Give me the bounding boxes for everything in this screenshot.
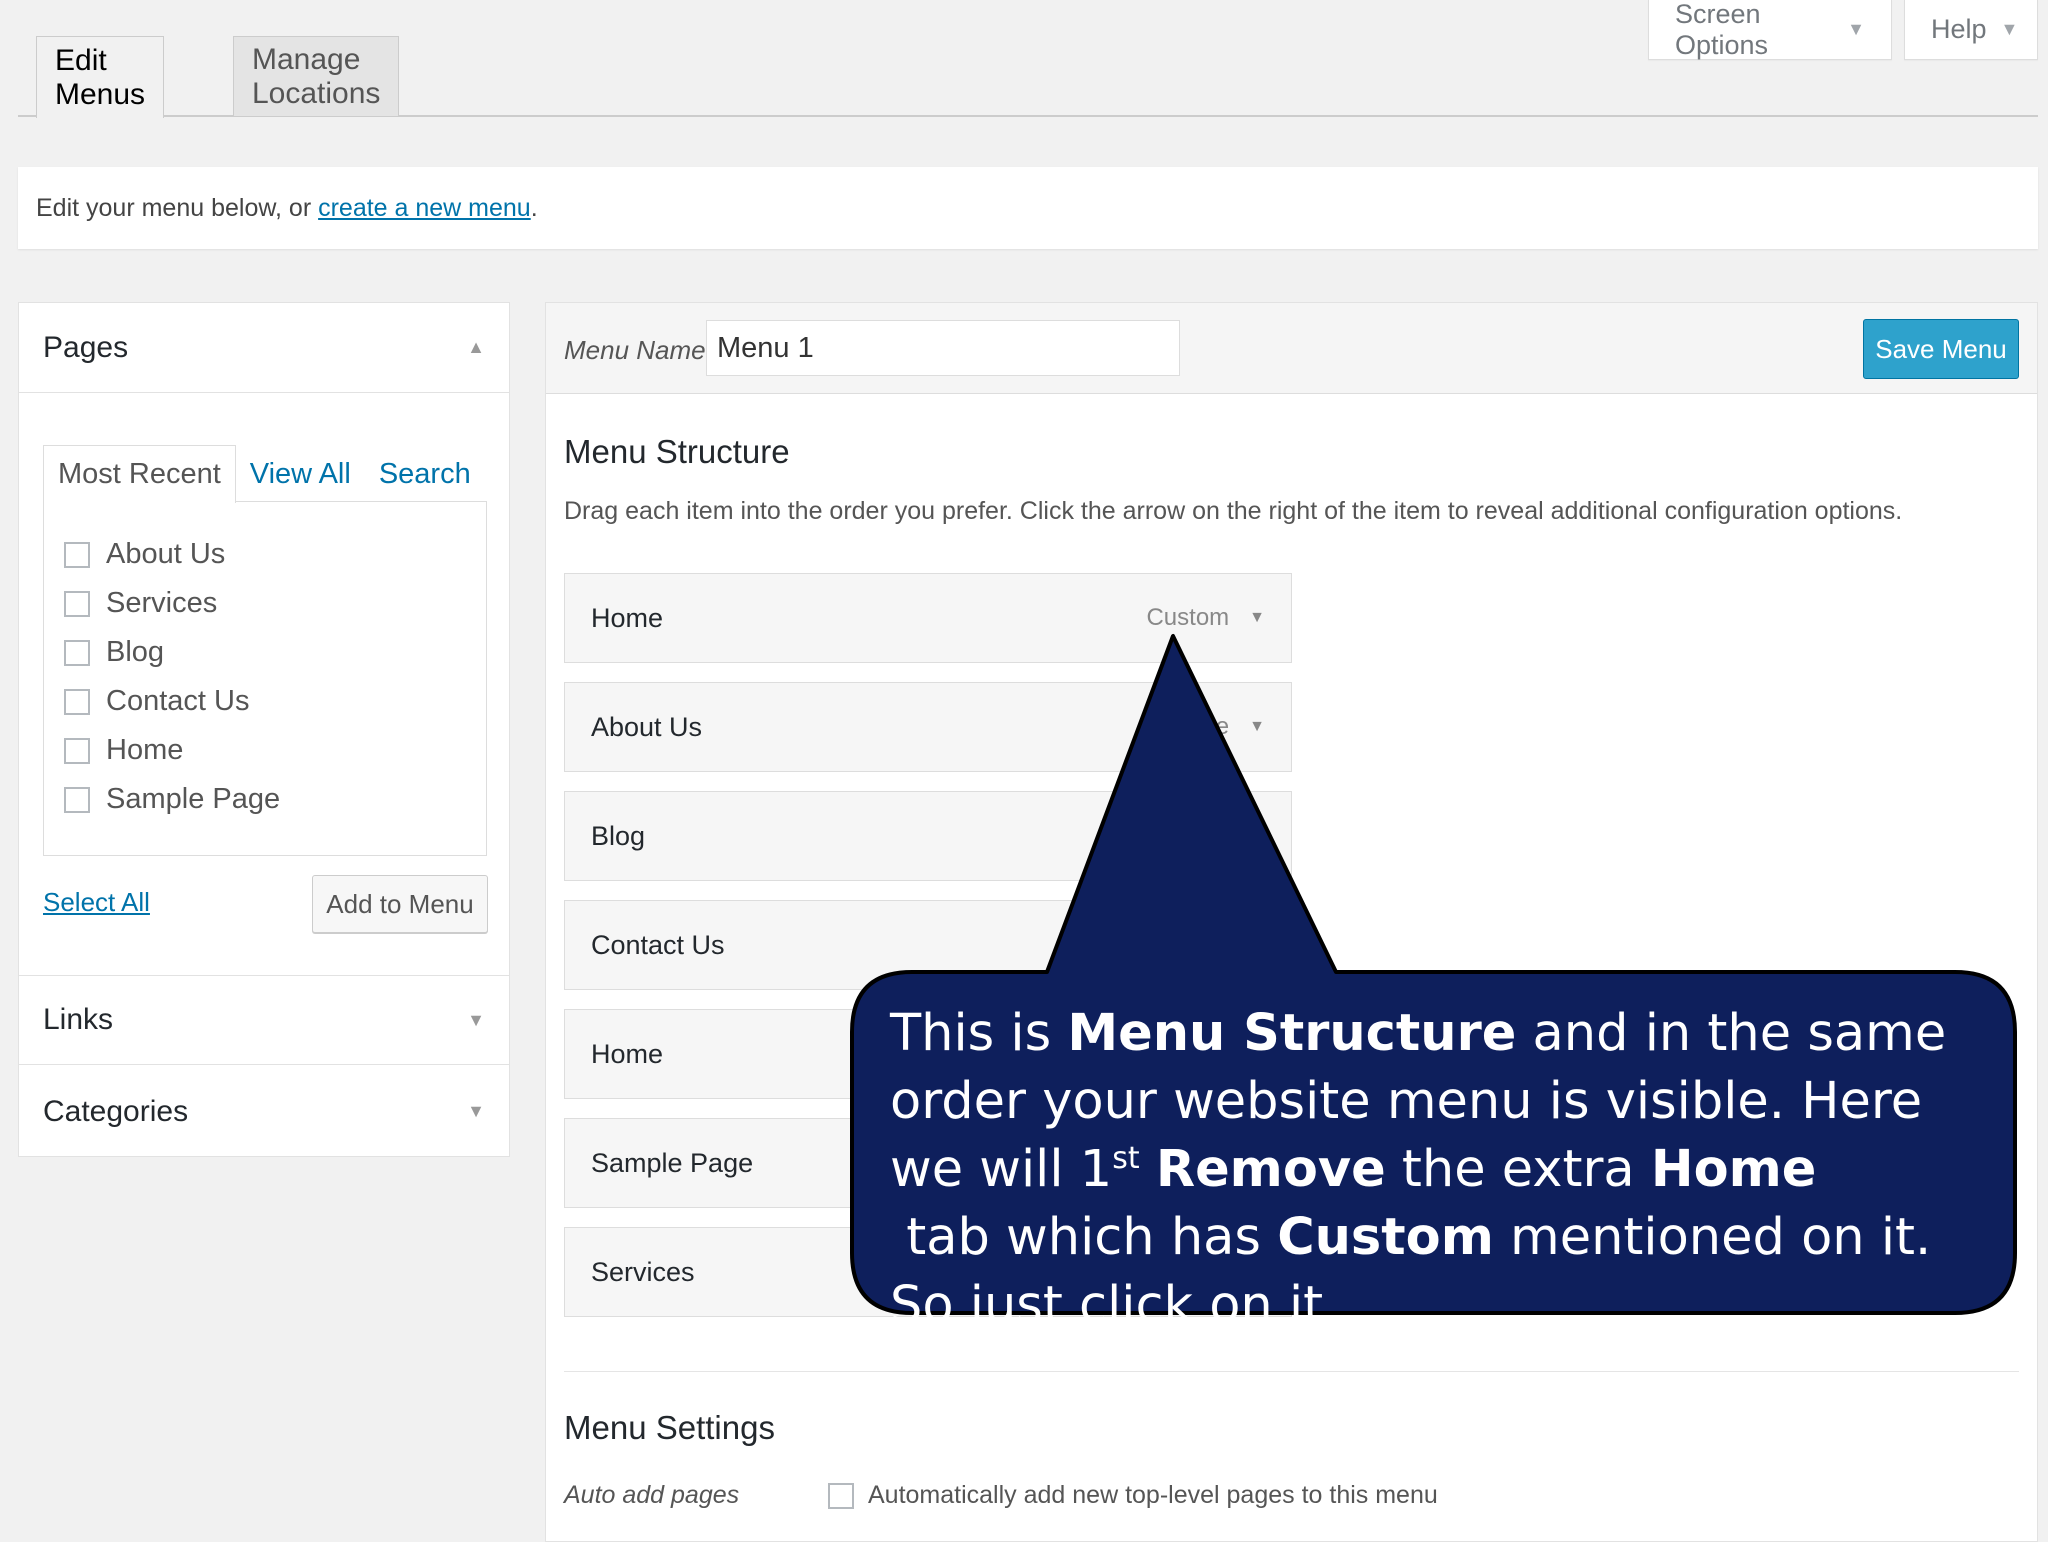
add-menu-items-panel: Pages ▲ Most Recent View All Search Abou…	[18, 302, 510, 1157]
menu-item-title: Sample Page	[591, 1147, 754, 1178]
callout-bold: Menu Structure	[1067, 1004, 1517, 1063]
help-label: Help	[1931, 14, 1987, 44]
auto-add-checkbox[interactable]	[828, 1482, 854, 1509]
menu-name-input[interactable]: Menu 1	[706, 320, 1180, 376]
menu-item[interactable]: Contact Us	[564, 900, 1292, 990]
callout-bold: Custom	[1277, 1208, 1494, 1267]
manage-menus-notice: Edit your menu below, or create a new me…	[18, 167, 2038, 249]
callout-text-part: the extra	[1385, 1140, 1651, 1199]
callout-bold: Remove	[1155, 1140, 1386, 1199]
help-tab[interactable]: Help ▼	[1904, 0, 2038, 60]
menu-item[interactable]: Blog	[564, 791, 1292, 881]
menu-management-panel: Menu Name Menu 1 Save Menu Menu Structur…	[545, 302, 2038, 1542]
callout-bold: Home	[1650, 1140, 1817, 1199]
list-item[interactable]: Contact Us	[44, 677, 486, 726]
menu-item-type: Custom	[1146, 604, 1230, 631]
menu-item-title: Blog	[591, 820, 646, 851]
menu-item-title: Services	[591, 1256, 695, 1287]
menu-name-label: Menu Name	[564, 335, 706, 365]
auto-add-text: Automatically add new top-level pages to…	[868, 1481, 1438, 1509]
tab-most-recent[interactable]: Most Recent	[43, 445, 236, 503]
menu-structure-title: Menu Structure	[564, 433, 790, 470]
callout-text: This is Menu Structure and in the same o…	[890, 1000, 1970, 1340]
tab-edit-menus[interactable]: Edit Menus	[36, 36, 165, 118]
caret-down-icon: ▼	[467, 1009, 485, 1030]
links-title: Links	[43, 1003, 114, 1036]
menu-item[interactable]: About Us Page ▼	[564, 682, 1292, 772]
menu-item-type: Page	[1173, 713, 1230, 740]
auto-add-pages-label: Auto add pages	[564, 1481, 740, 1509]
menu-item-title: About Us	[591, 711, 703, 742]
screen-options-tab[interactable]: Screen Options ▼	[1648, 0, 1892, 60]
page-label: Services	[106, 587, 218, 619]
checkbox[interactable]	[64, 737, 90, 764]
add-to-menu-button[interactable]: Add to Menu	[312, 875, 488, 933]
page-label: Blog	[106, 636, 165, 668]
screen-options-label: Screen Options	[1675, 0, 1769, 60]
page-label: Sample Page	[106, 783, 281, 815]
callout-text-part: This is	[890, 1004, 1068, 1063]
page-label: Contact Us	[106, 685, 250, 717]
checkbox[interactable]	[64, 541, 90, 568]
caret-down-icon: ▼	[467, 1101, 485, 1121]
section-divider	[564, 1371, 2019, 1372]
menu-item-title: Home	[591, 1038, 664, 1069]
caret-down-icon: ▼	[2000, 19, 2019, 39]
menu-item[interactable]: Home Custom ▼	[564, 573, 1292, 663]
page-label: About Us	[106, 538, 226, 570]
caret-down-icon[interactable]: ▼	[1249, 718, 1265, 736]
list-item[interactable]: About Us	[44, 530, 486, 579]
notice-prefix: Edit your menu below, or	[36, 193, 319, 222]
checkbox[interactable]	[64, 639, 90, 666]
tab-view-all[interactable]: View All	[236, 445, 365, 503]
categories-title: Categories	[43, 1094, 189, 1128]
pages-checklist: About Us Services Blog Contact Us Home S…	[43, 501, 487, 856]
list-item[interactable]: Home	[44, 726, 486, 775]
list-item[interactable]: Services	[44, 579, 486, 628]
tab-manage-locations[interactable]: Manage Locations	[233, 36, 400, 116]
notice-suffix: .	[530, 193, 538, 222]
caret-down-icon[interactable]: ▼	[1249, 609, 1265, 627]
categories-accordion-header[interactable]: Categories ▼	[19, 1067, 509, 1157]
links-accordion-header[interactable]: Links ▼	[19, 975, 509, 1065]
pages-title: Pages	[43, 330, 129, 364]
list-item[interactable]: Blog	[44, 628, 486, 677]
pages-accordion-header[interactable]: Pages ▲	[19, 303, 509, 393]
save-menu-button[interactable]: Save Menu	[1863, 319, 2019, 379]
checkbox[interactable]	[64, 590, 90, 617]
auto-add-pages-option[interactable]: Automatically add new top-level pages to…	[828, 1481, 1438, 1510]
checkbox[interactable]	[64, 688, 90, 715]
menu-settings-title: Menu Settings	[564, 1409, 775, 1446]
caret-down-icon: ▼	[1847, 19, 1865, 39]
menu-structure-description: Drag each item into the order you prefer…	[564, 497, 1903, 525]
list-item[interactable]: Sample Page	[44, 775, 486, 824]
menu-header: Menu Name Menu 1 Save Menu	[546, 303, 2037, 394]
caret-up-icon: ▲	[467, 337, 485, 357]
page-label: Home	[106, 734, 184, 766]
checkbox[interactable]	[64, 786, 90, 813]
create-new-menu-link[interactable]: create a new menu	[318, 194, 531, 223]
select-all-link[interactable]: Select All	[43, 887, 150, 918]
pages-tabs: Most Recent View All Search	[43, 445, 485, 503]
menu-item-title: Home	[591, 602, 664, 633]
menu-item-title: Contact Us	[591, 929, 725, 960]
callout-text-part: tab which has	[890, 1208, 1278, 1267]
callout-superscript: st	[1112, 1141, 1140, 1176]
tab-search[interactable]: Search	[365, 445, 485, 503]
